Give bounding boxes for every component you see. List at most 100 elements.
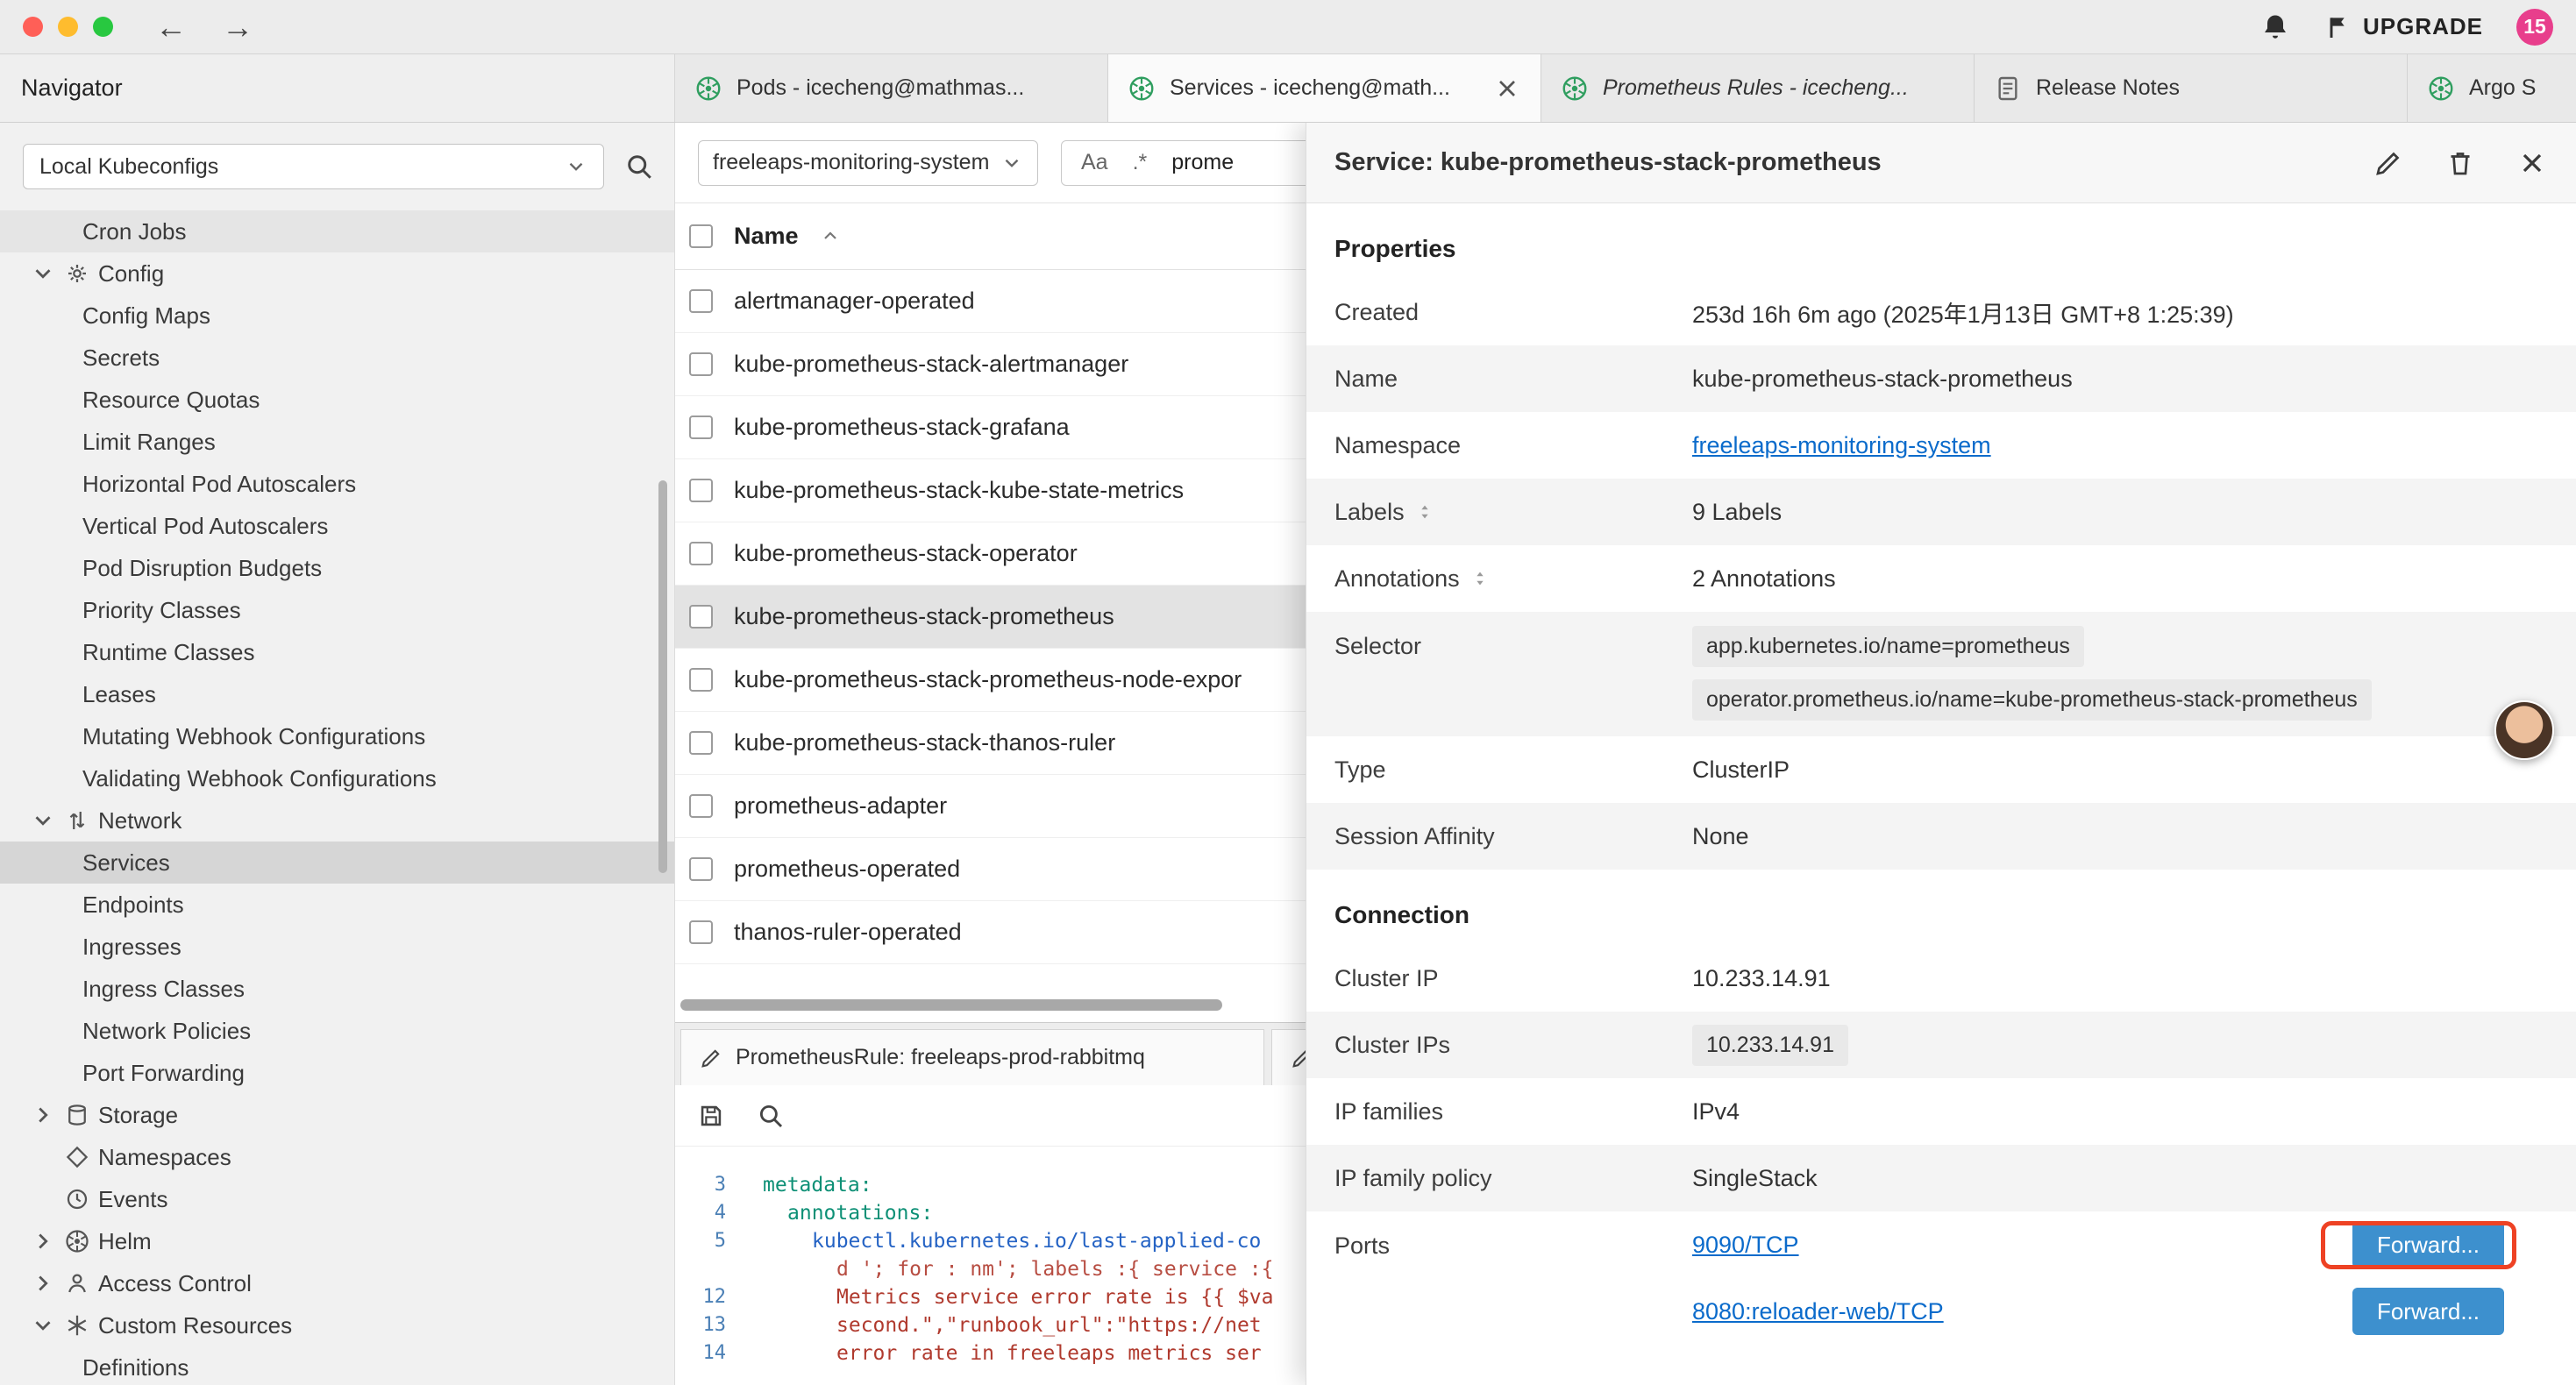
- row-checkbox[interactable]: [689, 794, 713, 818]
- sidebar-item-ingresses[interactable]: Ingresses: [0, 926, 674, 968]
- row-checkbox[interactable]: [689, 479, 713, 502]
- horizontal-scrollbar[interactable]: [680, 999, 1222, 1011]
- chevron-right-icon[interactable]: [30, 1228, 56, 1254]
- tab-prometheus-rules-icecheng[interactable]: Prometheus Rules - icecheng...: [1541, 54, 1975, 122]
- kubeconfig-select[interactable]: Local Kubeconfigs: [23, 144, 604, 189]
- chevron-down-icon[interactable]: [30, 807, 56, 834]
- zoom-window-button[interactable]: [93, 17, 113, 37]
- tab-argo-s[interactable]: Argo S: [2408, 54, 2576, 122]
- sidebar-item-priority-classes[interactable]: Priority Classes: [0, 589, 674, 631]
- match-case-toggle[interactable]: Aa: [1081, 150, 1108, 175]
- forward-button[interactable]: Forward...: [2352, 1288, 2504, 1335]
- chevron-right-icon[interactable]: [30, 1102, 56, 1128]
- detail-value: app.kubernetes.io/name=prometheusoperato…: [1692, 612, 2576, 736]
- row-checkbox[interactable]: [689, 542, 713, 565]
- floating-avatar[interactable]: [2494, 700, 2554, 760]
- row-checkbox[interactable]: [689, 668, 713, 692]
- notification-count-badge[interactable]: 15: [2516, 9, 2553, 46]
- tab-close-icon[interactable]: [1493, 75, 1521, 103]
- tab-release-notes[interactable]: Release Notes: [1975, 54, 2408, 122]
- code-segment: metadata:: [763, 1174, 872, 1197]
- sidebar-item-port-forwarding[interactable]: Port Forwarding: [0, 1052, 674, 1094]
- sidebar-item-storage[interactable]: Storage: [0, 1094, 674, 1136]
- detail-row-session-affinity: Session AffinityNone: [1306, 803, 2576, 870]
- sidebar-scrollbar[interactable]: [658, 480, 667, 873]
- sidebar-item-endpoints[interactable]: Endpoints: [0, 884, 674, 926]
- row-checkbox[interactable]: [689, 416, 713, 439]
- sidebar-item-pod-disruption-budgets[interactable]: Pod Disruption Budgets: [0, 547, 674, 589]
- forward-button[interactable]: →: [222, 11, 253, 43]
- sidebar-item-horizontal-pod-autoscalers[interactable]: Horizontal Pod Autoscalers: [0, 463, 674, 505]
- sidebar-item-limit-ranges[interactable]: Limit Ranges: [0, 421, 674, 463]
- close-window-button[interactable]: [23, 17, 43, 37]
- sidebar-item-ingress-classes[interactable]: Ingress Classes: [0, 968, 674, 1010]
- search-query-value: prome: [1171, 150, 1234, 175]
- regex-toggle[interactable]: .*: [1133, 150, 1148, 175]
- sort-ascending-icon[interactable]: [820, 226, 841, 247]
- save-icon[interactable]: [696, 1101, 726, 1131]
- notifications-bell-icon[interactable]: [2259, 11, 2291, 43]
- tab-pods-icecheng-mathmas[interactable]: Pods - icecheng@mathmas...: [675, 54, 1108, 122]
- chevron-down-icon[interactable]: [30, 1312, 56, 1339]
- sidebar-item-label: Limit Ranges: [82, 429, 216, 456]
- row-name: kube-prometheus-stack-kube-state-metrics: [734, 477, 1184, 504]
- editor-search-icon[interactable]: [756, 1101, 786, 1131]
- row-checkbox[interactable]: [689, 857, 713, 881]
- select-all-checkbox[interactable]: [689, 224, 713, 248]
- name-column-header[interactable]: Name: [734, 223, 799, 250]
- sidebar-item-vertical-pod-autoscalers[interactable]: Vertical Pod Autoscalers: [0, 505, 674, 547]
- sidebar-item-secrets[interactable]: Secrets: [0, 337, 674, 379]
- detail-value: 10.233.14.91: [1692, 965, 2576, 992]
- sidebar-item-label: Leases: [82, 681, 156, 708]
- sidebar-item-label: Network: [98, 807, 181, 835]
- sidebar-item-leases[interactable]: Leases: [0, 673, 674, 715]
- edit-pencil-icon[interactable]: [2373, 147, 2404, 179]
- sidebar-item-config-maps[interactable]: Config Maps: [0, 295, 674, 337]
- sidebar-item-network-policies[interactable]: Network Policies: [0, 1010, 674, 1052]
- upgrade-button[interactable]: UPGRADE: [2324, 13, 2483, 41]
- detail-row-cluster-ips: Cluster IPs10.233.14.91: [1306, 1012, 2576, 1078]
- sort-toggle-icon[interactable]: [1415, 500, 1434, 524]
- minimize-window-button[interactable]: [58, 17, 78, 37]
- chevron-right-icon[interactable]: [30, 1270, 56, 1296]
- row-checkbox[interactable]: [689, 605, 713, 629]
- namespace-select[interactable]: freeleaps-monitoring-system: [698, 140, 1038, 186]
- close-icon[interactable]: [2516, 147, 2548, 179]
- sidebar-item-validating-webhook-configurations[interactable]: Validating Webhook Configurations: [0, 757, 674, 799]
- port-link[interactable]: 9090/TCP: [1692, 1232, 2352, 1259]
- sidebar-item-events[interactable]: Events: [0, 1178, 674, 1220]
- forward-button[interactable]: Forward...: [2352, 1221, 2504, 1268]
- row-name: kube-prometheus-stack-alertmanager: [734, 351, 1128, 378]
- sidebar-item-cron-jobs[interactable]: Cron Jobs: [0, 210, 674, 252]
- sidebar-item-access-control[interactable]: Access Control: [0, 1262, 674, 1304]
- chevron-down-icon[interactable]: [30, 260, 56, 287]
- sidebar-item-definitions[interactable]: Definitions: [0, 1346, 674, 1385]
- namespaces-icon: [64, 1144, 90, 1170]
- sidebar-item-mutating-webhook-configurations[interactable]: Mutating Webhook Configurations: [0, 715, 674, 757]
- delete-trash-icon[interactable]: [2444, 147, 2476, 179]
- sidebar-item-config[interactable]: Config: [0, 252, 674, 295]
- sidebar-search-icon[interactable]: [623, 151, 655, 182]
- sidebar-item-namespaces[interactable]: Namespaces: [0, 1136, 674, 1178]
- row-name: kube-prometheus-stack-thanos-ruler: [734, 729, 1115, 756]
- port-link[interactable]: 8080:reloader-web/TCP: [1692, 1298, 2352, 1325]
- row-checkbox[interactable]: [689, 920, 713, 944]
- sidebar-item-services[interactable]: Services: [0, 842, 674, 884]
- back-button[interactable]: ←: [155, 11, 187, 43]
- sidebar-item-resource-quotas[interactable]: Resource Quotas: [0, 379, 674, 421]
- row-checkbox[interactable]: [689, 731, 713, 755]
- sidebar-item-helm[interactable]: Helm: [0, 1220, 674, 1262]
- sidebar-item-runtime-classes[interactable]: Runtime Classes: [0, 631, 674, 673]
- row-checkbox[interactable]: [689, 289, 713, 313]
- dock-tab-prometheusrule[interactable]: PrometheusRule: freeleaps-prod-rabbitmq: [680, 1029, 1264, 1085]
- row-checkbox[interactable]: [689, 352, 713, 376]
- sort-toggle-icon[interactable]: [1470, 566, 1490, 591]
- sidebar-item-custom-resources[interactable]: Custom Resources: [0, 1304, 674, 1346]
- namespace-link[interactable]: freeleaps-monitoring-system: [1692, 432, 1991, 458]
- tab-services-icecheng-math[interactable]: Services - icecheng@math...: [1108, 54, 1541, 122]
- detail-label-text: Created: [1334, 299, 1419, 326]
- port-row-8080-reloader-web-tcp: 8080:reloader-web/TCPForward...: [1692, 1278, 2550, 1345]
- sidebar-item-network[interactable]: Network: [0, 799, 674, 842]
- row-name: prometheus-adapter: [734, 792, 947, 820]
- detail-value: 10.233.14.91: [1692, 1025, 2576, 1066]
